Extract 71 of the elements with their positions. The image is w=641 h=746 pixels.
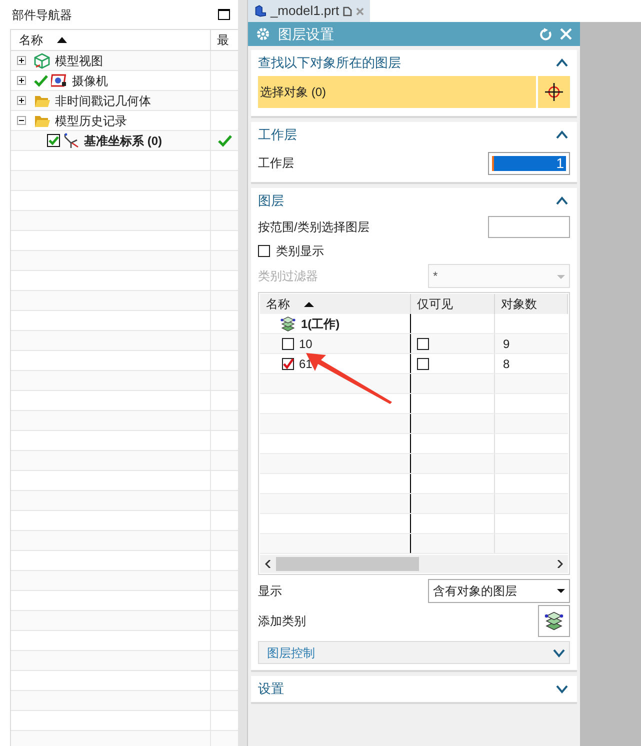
collapse-icon[interactable]	[556, 130, 568, 140]
gear-icon[interactable]	[256, 27, 270, 41]
column-label: 名称	[19, 32, 43, 49]
tab-title: _model1.prt	[270, 2, 340, 20]
document-tab[interactable]: _model1.prt	[248, 0, 370, 22]
subsection-header[interactable]: 图层控制	[258, 641, 570, 664]
edit-icon[interactable]	[343, 6, 352, 16]
expand-icon[interactable]	[556, 684, 568, 694]
axes-icon	[63, 132, 79, 148]
scroll-left-icon[interactable]	[265, 560, 271, 568]
expand-icon[interactable]	[17, 96, 26, 105]
sort-ascending-icon	[57, 37, 67, 43]
panel-title: 部件导航器	[12, 6, 72, 24]
expand-icon[interactable]	[553, 648, 565, 658]
table-cell-text: 8	[503, 356, 510, 372]
collapse-icon[interactable]	[17, 116, 26, 125]
sort-ascending-icon	[304, 302, 314, 306]
range-input-field[interactable]	[488, 216, 570, 238]
scrollbar-thumb[interactable]	[276, 557, 419, 571]
collapse-icon[interactable]	[556, 196, 568, 206]
layers-icon	[280, 316, 296, 332]
expand-icon[interactable]	[17, 76, 26, 85]
section-title[interactable]: 工作层	[258, 125, 297, 145]
tree-item-label[interactable]: 模型历史记录	[55, 112, 127, 130]
column-header[interactable]: 名称	[11, 30, 211, 50]
table-cell-text: 9	[503, 336, 510, 352]
checkbox-label[interactable]: 类别显示	[276, 242, 324, 260]
checked-checkbox[interactable]	[47, 134, 60, 147]
dropdown-arrow-icon	[557, 275, 565, 279]
section-title[interactable]: 图层	[258, 191, 284, 211]
checkbox[interactable]	[417, 358, 429, 370]
layer-name: 61	[299, 356, 312, 372]
reset-icon[interactable]	[539, 28, 552, 40]
expand-icon[interactable]	[17, 56, 26, 65]
column-label: 最	[217, 32, 229, 49]
field-label: 工作层	[258, 155, 294, 172]
checkbox[interactable]	[258, 245, 270, 257]
column-label: 仅可见	[417, 296, 453, 313]
tree-item-label[interactable]: 摄像机	[72, 72, 108, 90]
check-icon[interactable]	[34, 74, 48, 87]
add-category-button[interactable]	[538, 605, 570, 637]
section-title[interactable]: 查找以下对象所在的图层	[258, 53, 401, 73]
horizontal-scrollbar[interactable]	[260, 555, 568, 573]
column-label: 名称	[266, 296, 290, 313]
part-icon	[254, 4, 266, 18]
field-label: 显示	[258, 583, 282, 600]
field-label: 按范围/类别选择图层	[258, 219, 370, 236]
cube-icon	[34, 52, 50, 68]
layer-name: 1(工作)	[301, 316, 340, 332]
collapse-icon[interactable]	[556, 58, 568, 68]
work-layer-field[interactable]: 1	[488, 152, 570, 174]
checkbox[interactable]	[417, 338, 429, 350]
section-title[interactable]: 设置	[258, 679, 284, 699]
layer-name: 10	[299, 336, 312, 352]
dialog-title: 图层设置	[278, 24, 334, 44]
layers-icon	[543, 611, 565, 631]
maximize-icon[interactable]	[218, 9, 230, 20]
column-label: 对象数	[501, 296, 537, 313]
tree-item-label[interactable]: 模型视图	[55, 52, 103, 70]
crosshair-icon	[544, 82, 564, 102]
checked-checkbox[interactable]	[282, 358, 294, 370]
field-label: 类别过滤器	[258, 268, 318, 285]
selection-field[interactable]: 选择对象 (0)	[258, 76, 536, 108]
scroll-right-icon[interactable]	[557, 560, 563, 568]
field-label: 添加类别	[258, 613, 306, 630]
camera-icon	[51, 72, 67, 88]
dropdown-arrow-icon	[557, 589, 565, 593]
column-header[interactable]: 最	[211, 30, 238, 50]
display-dropdown[interactable]: 含有对象的图层	[428, 579, 570, 603]
checkbox[interactable]	[282, 338, 294, 350]
crosshair-button[interactable]	[538, 76, 570, 108]
